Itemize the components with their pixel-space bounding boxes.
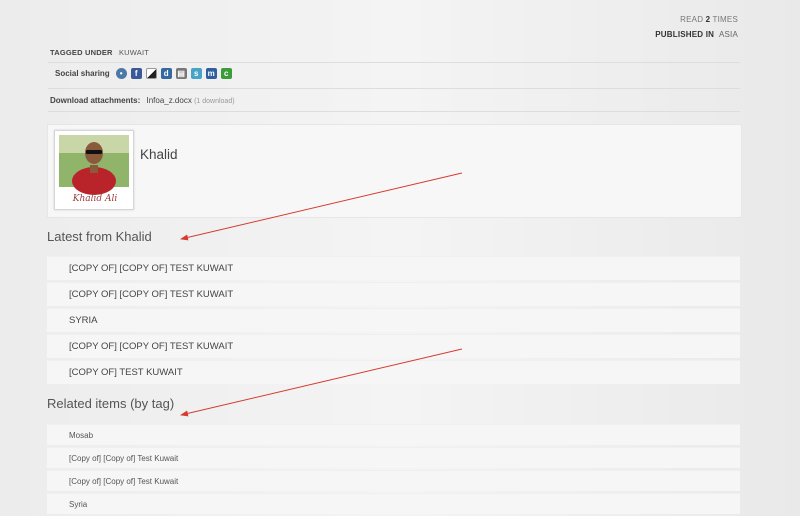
list-item[interactable]: [COPY OF] [COPY OF] TEST KUWAIT xyxy=(47,256,740,280)
list-item[interactable]: [COPY OF] TEST KUWAIT xyxy=(47,360,740,384)
list-item[interactable]: Syria xyxy=(47,493,740,514)
download-label: Download attachments: xyxy=(50,96,141,105)
latest-list: [COPY OF] [COPY OF] TEST KUWAIT [COPY OF… xyxy=(47,256,740,386)
read-label: READ xyxy=(680,15,704,24)
list-item[interactable]: [COPY OF] [COPY OF] TEST KUWAIT xyxy=(47,282,740,306)
published-in: PUBLISHED IN ASIA xyxy=(655,29,738,44)
divider xyxy=(48,62,740,63)
list-item[interactable]: [COPY OF] [COPY OF] TEST KUWAIT xyxy=(47,334,740,358)
facebook-icon[interactable]: f xyxy=(130,68,142,79)
author-box: Khalid Ali Khalid xyxy=(47,124,742,218)
author-photo: Khalid Ali xyxy=(55,131,133,209)
share-c-icon[interactable]: c xyxy=(220,68,232,79)
stumbleupon-icon[interactable]: s xyxy=(190,68,202,79)
read-count-value: 2 xyxy=(705,15,711,24)
tag-link[interactable]: KUWAIT xyxy=(119,48,149,57)
tags-row: TAGGED UNDER KUWAIT xyxy=(50,48,149,57)
signature: Khalid Ali xyxy=(72,194,118,204)
tags-label: TAGGED UNDER xyxy=(50,48,113,57)
social-sharing: Social sharing • f d ▤ s m c xyxy=(55,68,232,79)
article-meta: READ 2 TIMES PUBLISHED IN ASIA xyxy=(655,14,738,44)
download-count: (1 download) xyxy=(194,98,235,105)
delicious-icon[interactable] xyxy=(145,68,157,79)
divider xyxy=(48,88,740,89)
read-times-label: TIMES xyxy=(712,15,738,24)
divider xyxy=(48,111,740,112)
list-item[interactable]: [Copy of] [Copy of] Test Kuwait xyxy=(47,447,740,468)
category-link[interactable]: ASIA xyxy=(719,30,738,39)
chat-bubble-icon[interactable]: • xyxy=(115,68,127,79)
list-item[interactable]: Mosab xyxy=(47,424,740,445)
related-title: Related items (by tag) xyxy=(47,396,175,411)
avatar[interactable]: Khalid Ali xyxy=(54,130,134,210)
myspace-icon[interactable]: m xyxy=(205,68,217,79)
list-item[interactable]: SYRIA xyxy=(47,308,740,332)
read-count: READ 2 TIMES xyxy=(655,14,738,29)
attachment-link[interactable]: Infoa_z.docx xyxy=(146,96,191,105)
list-item[interactable]: [Copy of] [Copy of] Test Kuwait xyxy=(47,470,740,491)
published-label: PUBLISHED IN xyxy=(655,30,715,39)
print-icon[interactable]: ▤ xyxy=(175,68,187,79)
author-name[interactable]: Khalid xyxy=(140,147,178,162)
digg-icon[interactable]: d xyxy=(160,68,172,79)
social-label: Social sharing xyxy=(55,69,110,78)
related-list: Mosab [Copy of] [Copy of] Test Kuwait [C… xyxy=(47,424,740,516)
download-attachments: Download attachments: Infoa_z.docx (1 do… xyxy=(50,96,235,105)
latest-title: Latest from Khalid xyxy=(47,229,152,244)
